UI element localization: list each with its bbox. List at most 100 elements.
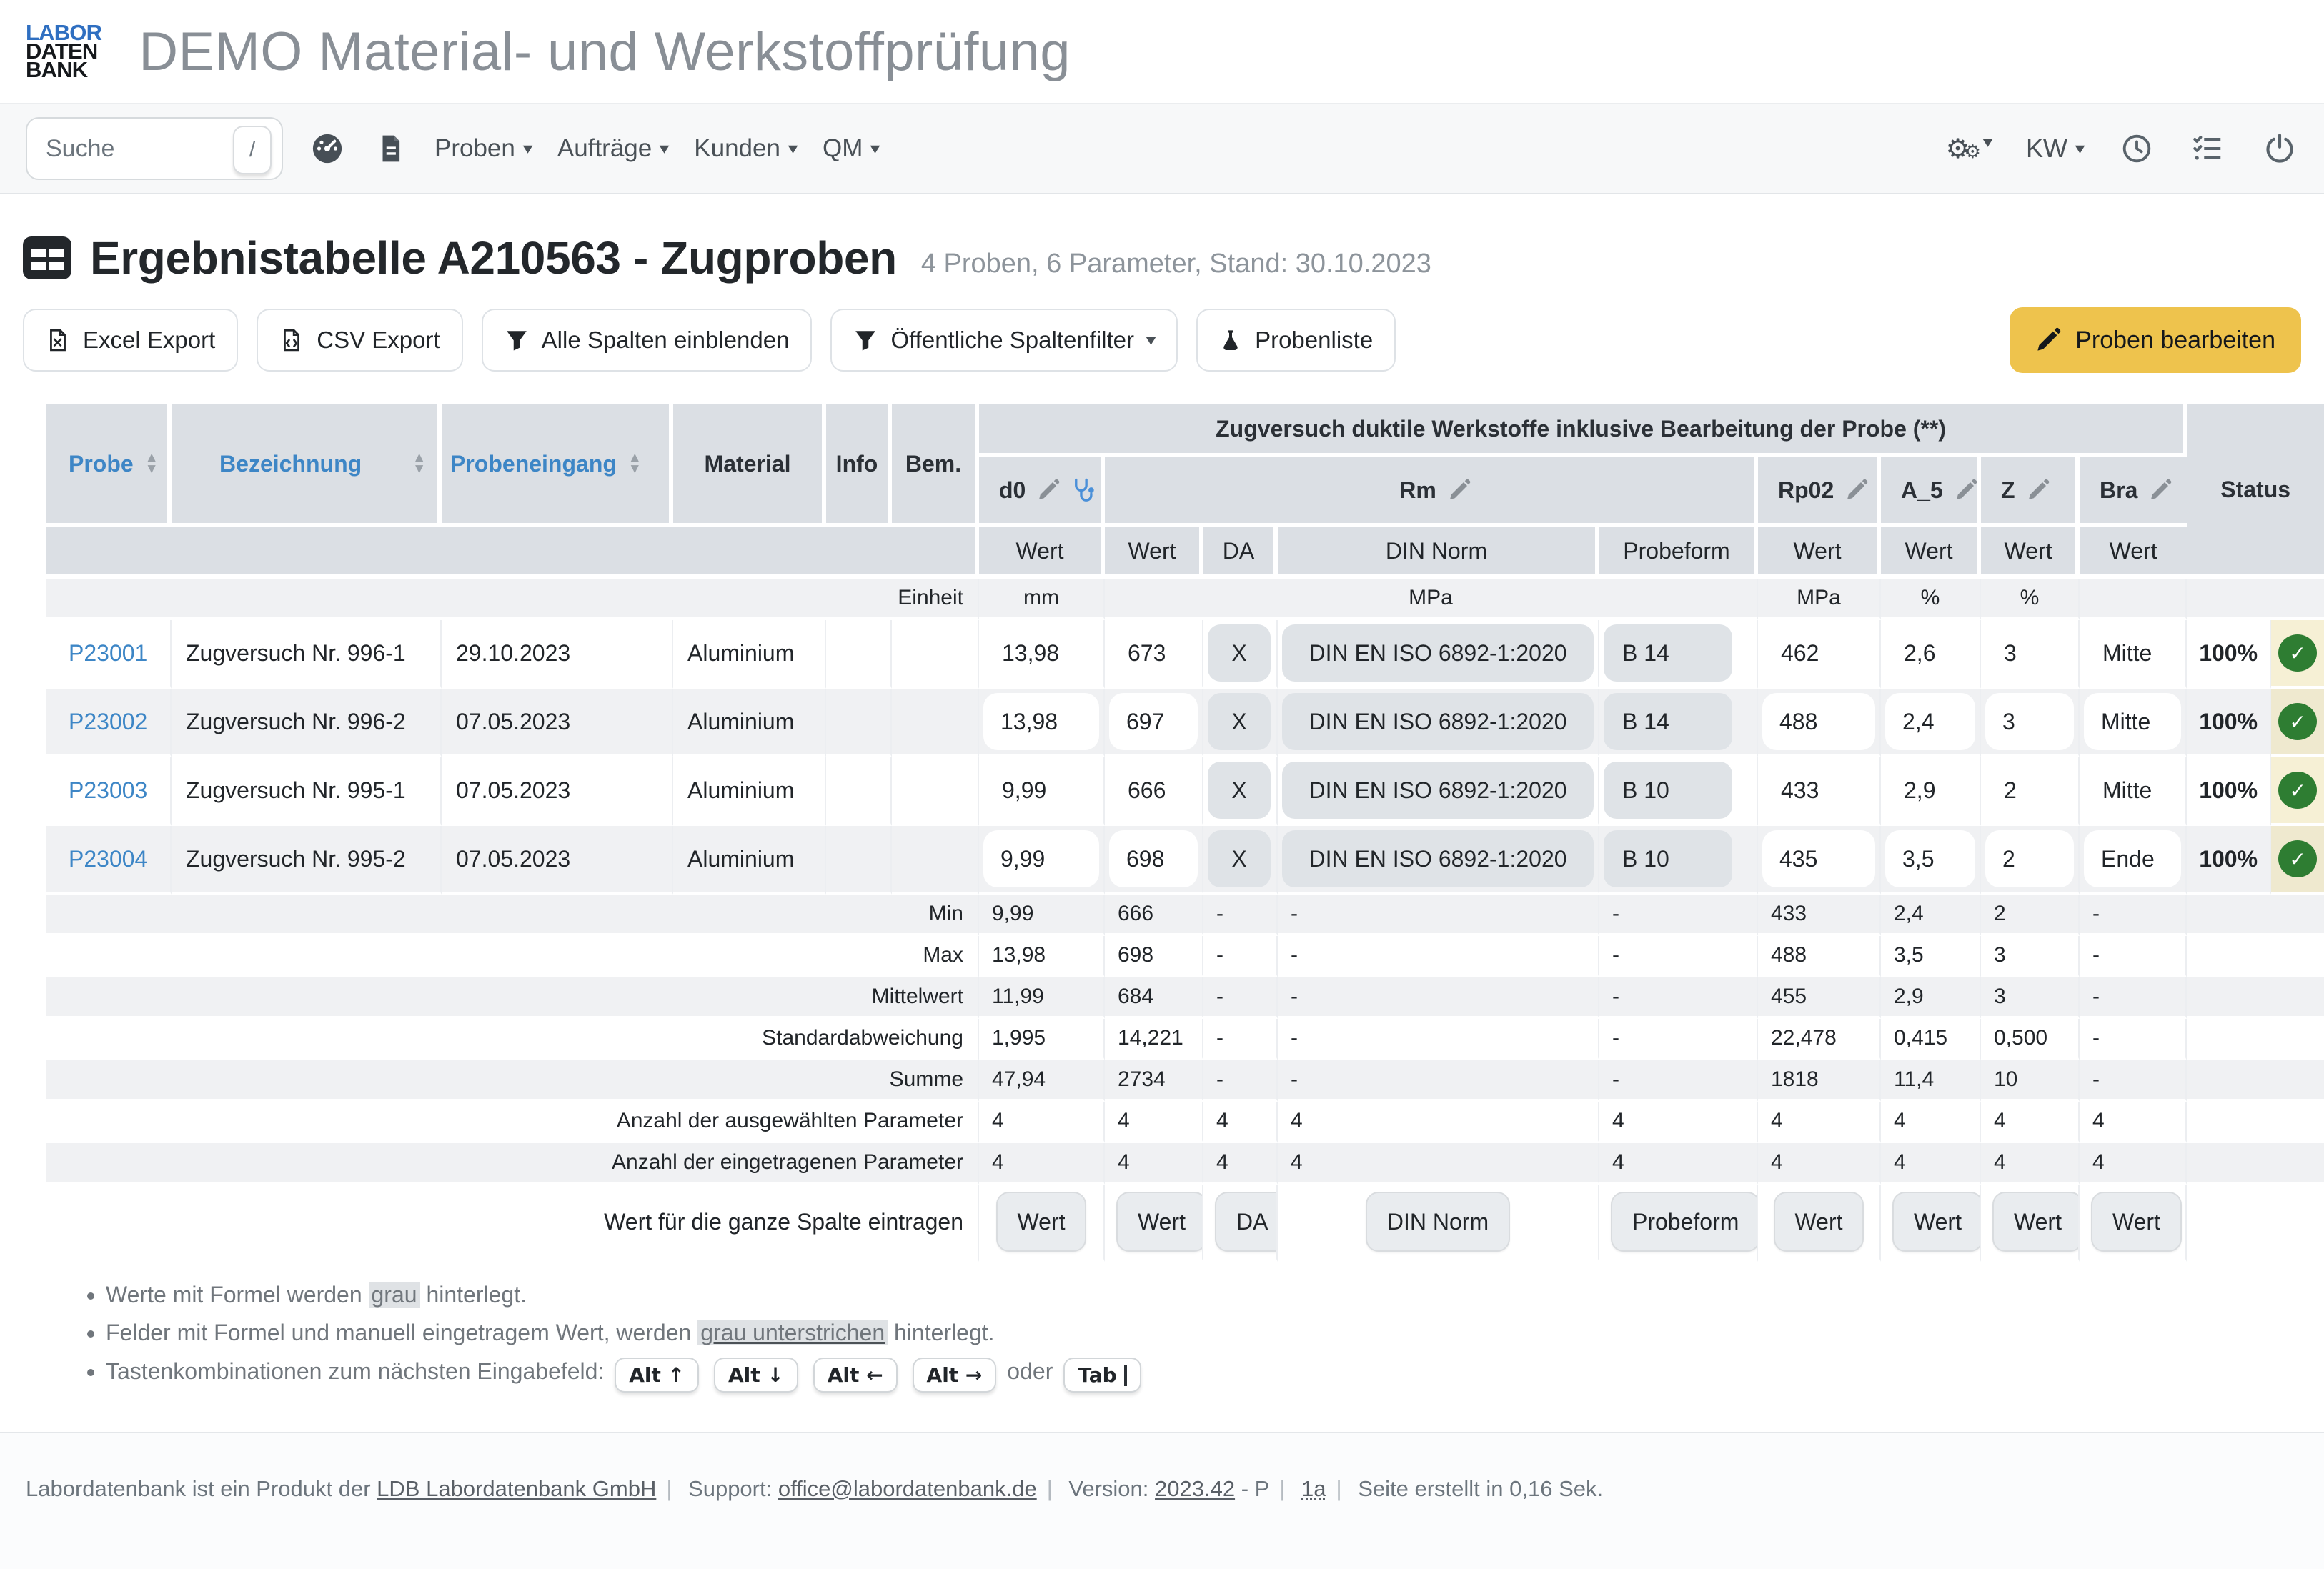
kw-menu[interactable]: KW ▾: [2026, 134, 2084, 164]
da-cell: X: [1203, 689, 1278, 757]
rm-input[interactable]: 698: [1109, 830, 1198, 887]
d0-value-cell: 9,99: [979, 826, 1105, 895]
version-link[interactable]: 2023.42: [1155, 1476, 1235, 1501]
history-clock-icon[interactable]: [2118, 130, 2155, 167]
a5-input[interactable]: 2,4: [1885, 693, 1975, 750]
probenliste-button[interactable]: Probenliste: [1196, 309, 1396, 372]
edit-pencil-icon[interactable]: [1448, 479, 1471, 502]
probeform-field[interactable]: B 14: [1604, 693, 1732, 750]
fill-z-button[interactable]: Wert: [1992, 1192, 2080, 1252]
rp02-value-cell: 488: [1758, 689, 1881, 757]
d0-input[interactable]: 13,98: [983, 693, 1099, 750]
bra-input[interactable]: Ende: [2084, 830, 2181, 887]
rm-value-cell: 697: [1105, 689, 1203, 757]
din-norm-field[interactable]: DIN EN ISO 6892-1:2020: [1282, 624, 1594, 682]
d0-input[interactable]: 9,99: [983, 830, 1099, 887]
subheader-rm-wert: Wert: [1105, 527, 1203, 579]
edit-pencil-icon[interactable]: [1955, 479, 1977, 502]
probe-link[interactable]: P23002: [69, 709, 147, 734]
probeform-field[interactable]: B 10: [1604, 830, 1732, 887]
probeform-field[interactable]: B 10: [1604, 762, 1732, 819]
z-input[interactable]: 3: [1985, 693, 2074, 750]
search-input[interactable]: [27, 135, 217, 163]
rp02-value-cell: 433: [1758, 757, 1881, 826]
da-cell: X: [1203, 620, 1278, 689]
public-column-filter-button[interactable]: Öffentliche Spaltenfilter ▾: [830, 309, 1178, 372]
status-cell: ✓: [2271, 620, 2324, 689]
excel-export-button[interactable]: Excel Export: [23, 309, 238, 372]
menu-auftraege[interactable]: Aufträge ▾: [557, 134, 668, 163]
bezeichnung-cell: Zugversuch Nr. 995-1: [172, 757, 442, 826]
fill-da-button[interactable]: DA: [1215, 1192, 1278, 1252]
probeneingang-header-label: Probeneingang: [450, 451, 617, 477]
settings-menu[interactable]: ⚙⚙ ▾: [1946, 133, 1992, 165]
fill-a5-button[interactable]: Wert: [1892, 1192, 1981, 1252]
edit-pencil-icon[interactable]: [1845, 479, 1868, 502]
edit-pencil-icon[interactable]: [2027, 479, 2050, 502]
brand-header: LABOR DATEN BANK DEMO Material- und Werk…: [0, 0, 2324, 103]
din-norm-field[interactable]: DIN EN ISO 6892-1:2020: [1282, 762, 1594, 819]
column-header-probeneingang[interactable]: Probeneingang ▲▼: [442, 404, 673, 527]
bezeichnung-cell: Zugversuch Nr. 996-1: [172, 620, 442, 689]
show-all-columns-button[interactable]: Alle Spalten einblenden: [482, 309, 813, 372]
fill-d0-button[interactable]: Wert: [996, 1192, 1087, 1252]
fill-rm-button[interactable]: Wert: [1116, 1192, 1203, 1252]
a5-input[interactable]: 3,5: [1885, 830, 1975, 887]
din-norm-field[interactable]: DIN EN ISO 6892-1:2020: [1282, 693, 1594, 750]
edit-pencil-icon[interactable]: [1037, 479, 1060, 502]
show-all-columns-label: Alle Spalten einblenden: [542, 327, 790, 354]
fill-rp02-button[interactable]: Wert: [1774, 1192, 1864, 1252]
bra-value-cell: Mitte: [2080, 620, 2187, 689]
support-email-link[interactable]: office@labordatenbank.de: [778, 1476, 1037, 1501]
material-cell: Aluminium: [673, 620, 826, 689]
din-norm-cell: DIN EN ISO 6892-1:2020: [1278, 757, 1599, 826]
da-field[interactable]: X: [1208, 762, 1271, 819]
checklist-icon[interactable]: [2190, 130, 2227, 167]
rp02-input[interactable]: 488: [1762, 693, 1875, 750]
probeform-field[interactable]: B 14: [1604, 624, 1732, 682]
bra-input[interactable]: Mitte: [2084, 693, 2181, 750]
rp02-input[interactable]: 435: [1762, 830, 1875, 887]
din-norm-field[interactable]: DIN EN ISO 6892-1:2020: [1282, 830, 1594, 887]
probe-cell: P23001: [46, 620, 172, 689]
probe-link[interactable]: P23001: [69, 640, 147, 666]
proben-bearbeiten-button[interactable]: Proben bearbeiten: [2010, 307, 2301, 373]
da-field[interactable]: X: [1208, 624, 1271, 682]
column-header-bezeichnung[interactable]: Bezeichnung ▲▼: [172, 404, 442, 527]
probe-link[interactable]: P23003: [69, 777, 147, 803]
page-head: Ergebnistabelle A210563 - Zugproben 4 Pr…: [23, 231, 2301, 284]
menu-proben[interactable]: Proben ▾: [434, 134, 532, 163]
column-header-probe[interactable]: Probe ▲▼: [46, 404, 172, 527]
edit-pencil-icon[interactable]: [2149, 479, 2172, 502]
ldb-logo[interactable]: LABOR DATEN BANK: [26, 24, 101, 79]
da-field[interactable]: X: [1208, 830, 1271, 887]
unit-rm: MPa: [1105, 579, 1758, 620]
column-header-material: Material: [673, 404, 826, 527]
logout-power-icon[interactable]: [2261, 130, 2298, 167]
da-field[interactable]: X: [1208, 693, 1271, 750]
stat-row-anzahl-ausgewaehlt: Anzahl der ausgewählten Parameter 44 44 …: [46, 1102, 2324, 1143]
fill-bra-button[interactable]: Wert: [2091, 1192, 2182, 1252]
subheader-din-norm: DIN Norm: [1278, 527, 1599, 579]
menu-qm[interactable]: QM ▾: [823, 134, 879, 163]
document-icon[interactable]: [372, 130, 409, 167]
z-input[interactable]: 2: [1985, 830, 2074, 887]
menu-kunden[interactable]: Kunden ▾: [694, 134, 797, 163]
footnotes: Werte mit Formel werden grau hinterlegt.…: [66, 1282, 2301, 1393]
gears-icon: ⚙⚙: [1946, 133, 1981, 165]
table-row: P23004 Zugversuch Nr. 995-2 07.05.2023 A…: [46, 826, 2324, 895]
stat-row-mittelwert: Mittelwert 11,99684 -- -455 2,93 -: [46, 977, 2324, 1019]
fill-probeform-button[interactable]: Probeform: [1611, 1192, 1758, 1252]
filter-funnel-icon: [505, 328, 529, 352]
csv-export-button[interactable]: CSV Export: [257, 309, 462, 372]
probe-cell: P23003: [46, 757, 172, 826]
dashboard-icon[interactable]: [309, 130, 346, 167]
revision-link[interactable]: 1a: [1301, 1476, 1326, 1501]
probe-link[interactable]: P23004: [69, 846, 147, 872]
company-link[interactable]: LDB Labordatenbank GmbH: [377, 1476, 656, 1501]
stethoscope-icon[interactable]: [1071, 477, 1097, 503]
fill-din-norm-button[interactable]: DIN Norm: [1366, 1192, 1510, 1252]
rm-input[interactable]: 697: [1109, 693, 1198, 750]
din-norm-cell: DIN EN ISO 6892-1:2020: [1278, 620, 1599, 689]
a5-value-cell: 2,6: [1881, 620, 1981, 689]
